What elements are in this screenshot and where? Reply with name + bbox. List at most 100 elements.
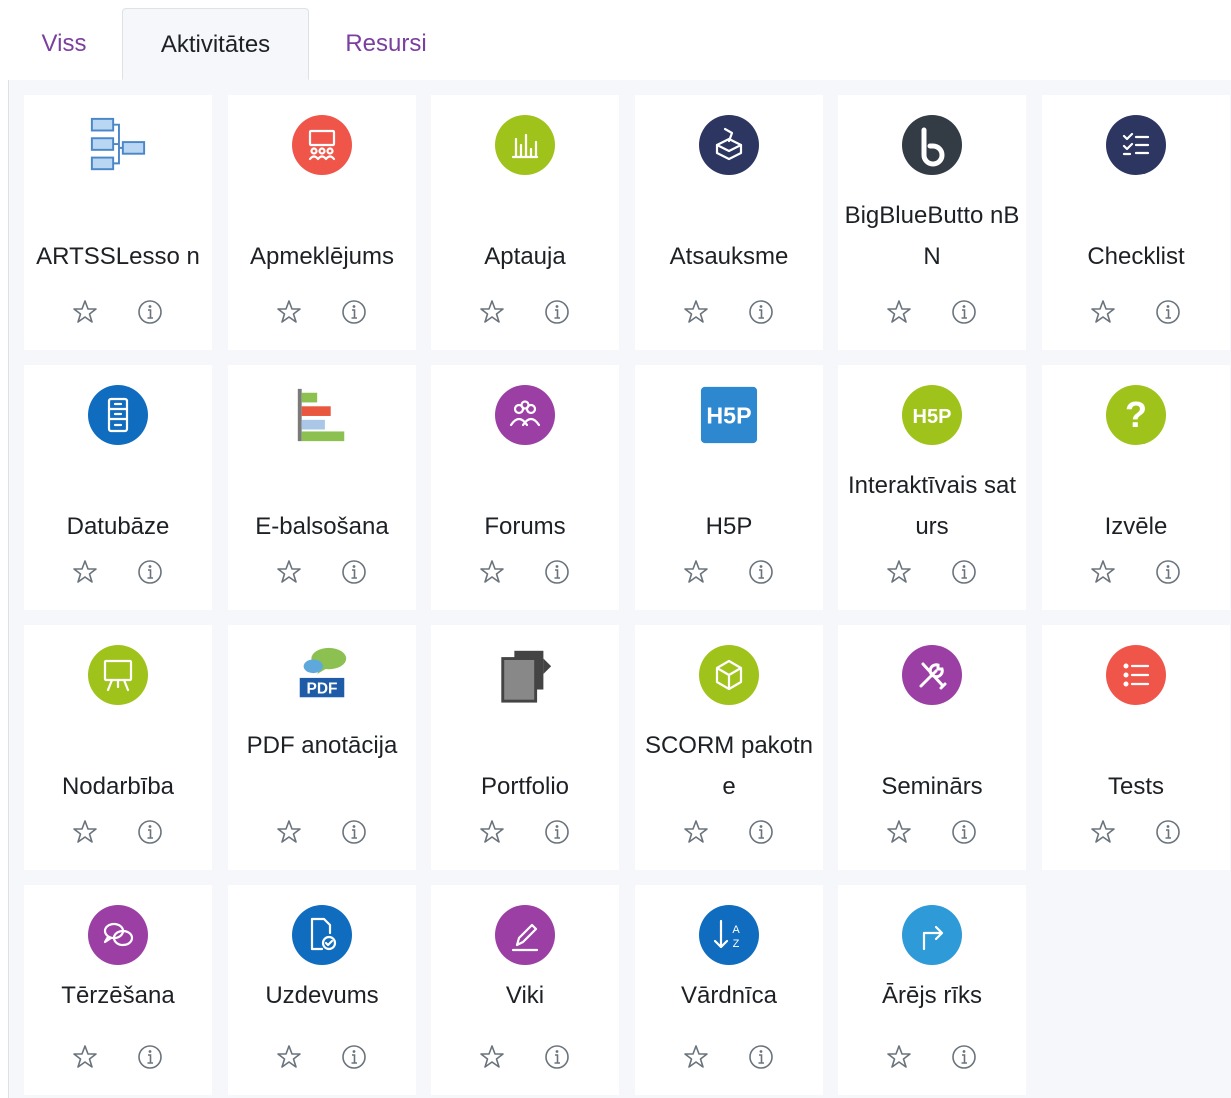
svg-text:A: A — [732, 924, 740, 936]
info-circle-icon[interactable] — [948, 816, 980, 848]
module-card[interactable]: Datubāze — [24, 365, 212, 610]
star-outline-icon[interactable] — [680, 296, 712, 328]
module-name: PDF anotācija — [246, 732, 398, 759]
info-circle-icon[interactable] — [948, 296, 980, 328]
star-outline-icon[interactable] — [680, 1041, 712, 1073]
module-actions — [635, 556, 823, 588]
tab-resources[interactable]: Resursi — [311, 8, 461, 79]
module-card[interactable]: SCORM pakotne — [635, 625, 823, 870]
presentation-board-icon — [88, 645, 148, 705]
star-outline-icon[interactable] — [476, 1041, 508, 1073]
module-card[interactable]: Forums — [431, 365, 619, 610]
star-outline-icon[interactable] — [1087, 296, 1119, 328]
module-card[interactable]: BigBlueButto nBN — [838, 95, 1026, 350]
star-outline-icon[interactable] — [680, 816, 712, 848]
info-circle-icon[interactable] — [134, 816, 166, 848]
star-outline-icon[interactable] — [69, 296, 101, 328]
star-outline-icon[interactable] — [476, 556, 508, 588]
module-card[interactable]: A Z Vārdnīca — [635, 885, 823, 1095]
info-circle-icon[interactable] — [745, 1041, 777, 1073]
info-circle-icon[interactable] — [134, 296, 166, 328]
info-circle-icon[interactable] — [134, 1041, 166, 1073]
module-name: Datubāze — [66, 513, 170, 540]
module-card[interactable]: ARTSSLesso n — [24, 95, 212, 350]
svg-text:Z: Z — [733, 938, 740, 950]
flowchart-icon — [88, 115, 148, 175]
feedback-box-icon — [699, 115, 759, 175]
horizontal-bars-icon — [292, 385, 352, 445]
module-card[interactable]: H5P Interaktīvais saturs — [838, 365, 1026, 610]
module-card[interactable]: Portfolio — [431, 625, 619, 870]
module-card[interactable]: Atsauksme — [635, 95, 823, 350]
module-card[interactable]: Aptauja — [431, 95, 619, 350]
info-circle-icon[interactable] — [541, 556, 573, 588]
star-outline-icon[interactable] — [273, 556, 305, 588]
module-actions — [431, 816, 619, 848]
info-circle-icon[interactable] — [745, 816, 777, 848]
star-outline-icon[interactable] — [1087, 556, 1119, 588]
info-circle-icon[interactable] — [134, 556, 166, 588]
info-circle-icon[interactable] — [1152, 296, 1184, 328]
svg-text:H5P: H5P — [913, 406, 952, 428]
module-card[interactable]: Nodarbība — [24, 625, 212, 870]
module-card[interactable]: Uzdevums — [228, 885, 416, 1095]
module-card[interactable]: Tests — [1042, 625, 1230, 870]
info-circle-icon[interactable] — [541, 816, 573, 848]
module-name: Apmeklējums — [249, 243, 395, 270]
info-circle-icon[interactable] — [1152, 816, 1184, 848]
module-card[interactable]: Checklist — [1042, 95, 1230, 350]
module-actions — [24, 556, 212, 588]
module-card[interactable]: E-balsošana — [228, 365, 416, 610]
info-circle-icon[interactable] — [338, 296, 370, 328]
info-circle-icon[interactable] — [948, 556, 980, 588]
star-outline-icon[interactable] — [883, 556, 915, 588]
question-icon: ? — [1106, 385, 1166, 445]
info-circle-icon[interactable] — [338, 816, 370, 848]
info-circle-icon[interactable] — [745, 296, 777, 328]
info-circle-icon[interactable] — [1152, 556, 1184, 588]
star-outline-icon[interactable] — [476, 296, 508, 328]
star-outline-icon[interactable] — [273, 1041, 305, 1073]
star-outline-icon[interactable] — [883, 816, 915, 848]
tab-activities[interactable]: Aktivitātes — [122, 8, 309, 80]
tab-all[interactable]: Viss — [8, 8, 120, 79]
module-card[interactable]: PDF PDF anotācija — [228, 625, 416, 870]
module-name: Tērzēšana — [61, 982, 175, 1009]
module-actions — [24, 296, 212, 328]
module-actions — [635, 816, 823, 848]
svg-text:PDF: PDF — [307, 680, 338, 697]
module-name: Nodarbība — [61, 773, 175, 800]
module-card[interactable]: Seminārs — [838, 625, 1026, 870]
info-circle-icon[interactable] — [338, 556, 370, 588]
module-name: SCORM pakotne — [644, 732, 814, 800]
star-outline-icon[interactable] — [476, 816, 508, 848]
module-card[interactable]: Apmeklējums — [228, 95, 416, 350]
document-check-icon — [292, 905, 352, 965]
star-outline-icon[interactable] — [680, 556, 712, 588]
module-card[interactable]: Ārējs rīks — [838, 885, 1026, 1095]
database-icon — [88, 385, 148, 445]
module-card[interactable]: H5P H5P — [635, 365, 823, 610]
module-card[interactable]: Tērzēšana — [24, 885, 212, 1095]
module-name: H5P — [705, 513, 753, 540]
module-card[interactable]: Viki — [431, 885, 619, 1095]
module-name: Ārējs rīks — [881, 982, 982, 1009]
module-name: Checklist — [1087, 243, 1185, 270]
module-actions — [431, 1041, 619, 1073]
module-name: Vārdnīca — [680, 982, 778, 1009]
info-circle-icon[interactable] — [948, 1041, 980, 1073]
info-circle-icon[interactable] — [541, 296, 573, 328]
star-outline-icon[interactable] — [69, 556, 101, 588]
star-outline-icon[interactable] — [69, 816, 101, 848]
star-outline-icon[interactable] — [883, 296, 915, 328]
module-card[interactable]: ? Izvēle — [1042, 365, 1230, 610]
info-circle-icon[interactable] — [745, 556, 777, 588]
star-outline-icon[interactable] — [273, 296, 305, 328]
info-circle-icon[interactable] — [338, 1041, 370, 1073]
star-outline-icon[interactable] — [1087, 816, 1119, 848]
module-actions — [1042, 556, 1230, 588]
star-outline-icon[interactable] — [273, 816, 305, 848]
star-outline-icon[interactable] — [69, 1041, 101, 1073]
info-circle-icon[interactable] — [541, 1041, 573, 1073]
star-outline-icon[interactable] — [883, 1041, 915, 1073]
